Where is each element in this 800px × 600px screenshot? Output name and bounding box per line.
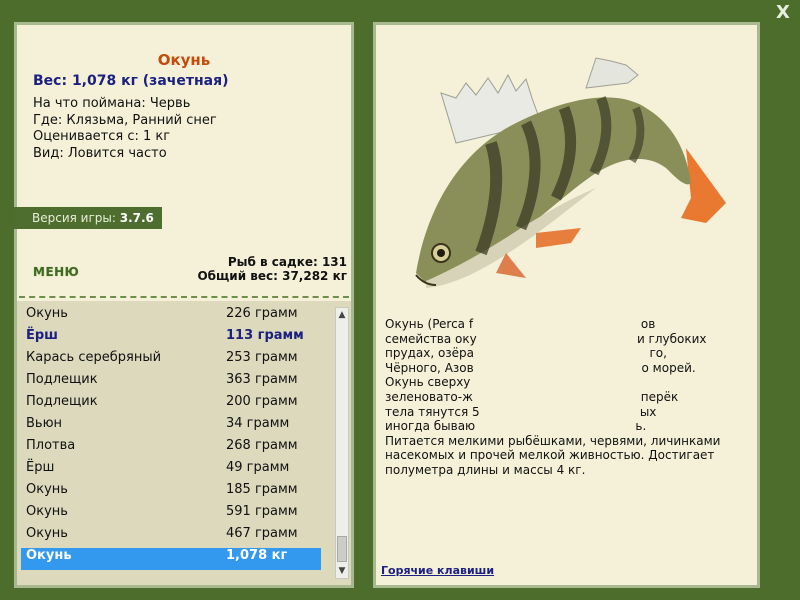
hotkeys-link[interactable]: Горячие клавиши bbox=[381, 564, 494, 577]
fish-description: Окунь (Perca f ов семейства оку и глубоки… bbox=[385, 317, 755, 478]
catch-item-name: Карась серебряный bbox=[26, 350, 162, 365]
catch-item-weight: 185 грамм bbox=[226, 482, 298, 497]
cage-count: Рыб в садке: 131 bbox=[227, 255, 347, 269]
divider bbox=[19, 296, 349, 298]
catch-item-name: Окунь bbox=[26, 482, 68, 497]
cage-summary: Рыб в садке: 131 Общий вес: 37,282 кг bbox=[197, 255, 347, 283]
catch-item-weight: 253 грамм bbox=[226, 350, 298, 365]
catch-item-name: Окунь bbox=[26, 504, 68, 519]
caught-on-text: На что поймана: Червь bbox=[33, 96, 191, 111]
catch-list-item[interactable]: Подлещик 200 грамм bbox=[21, 394, 321, 416]
version-value: 3.7.6 bbox=[119, 211, 154, 225]
description-line: иногда бываю ь. bbox=[385, 419, 647, 434]
catch-item-weight: 268 грамм bbox=[226, 438, 298, 453]
catch-item-name: Подлещик bbox=[26, 372, 98, 387]
catch-list-area: Окунь 226 грамм Ёрш 113 грамм Карась серебря… bbox=[17, 301, 351, 585]
arrow-down-icon[interactable]: ▼ bbox=[336, 564, 348, 578]
perch-fish-image bbox=[415, 57, 726, 288]
version-badge: Версия игры: 3.7.6 bbox=[14, 207, 162, 229]
catch-list: Окунь 226 грамм Ёрш 113 грамм Карась серебря… bbox=[21, 306, 321, 570]
description-line: Чёрного, Азов о морей. bbox=[385, 360, 696, 375]
cage-total-weight: Общий вес: 37,282 кг bbox=[197, 269, 347, 283]
description-line: Питается мелкими рыбёшками, червями, лич… bbox=[385, 433, 721, 448]
catch-list-item[interactable]: Ёрш 113 грамм bbox=[21, 328, 321, 350]
kind-text: Вид: Ловится часто bbox=[33, 145, 167, 161]
description-line: зеленовато-ж перёк bbox=[385, 389, 679, 404]
catch-item-weight: 113 грамм bbox=[226, 328, 304, 343]
fish-weight: Вес: 1,078 кг (зачетная) bbox=[33, 73, 229, 89]
description-line: семейства оку и глубоких bbox=[385, 331, 707, 346]
scrollbar[interactable]: ▲ ▼ bbox=[335, 307, 349, 579]
description-line: прудах, озёра го, bbox=[385, 346, 667, 361]
description-line: полуметра длины и массы 4 кг. bbox=[385, 462, 586, 477]
catch-item-weight: 591 грамм bbox=[226, 504, 298, 519]
rated-from-text: Оценивается с: 1 кг bbox=[33, 129, 171, 145]
scrollbar-thumb[interactable] bbox=[337, 536, 347, 562]
catch-item-name: Окунь bbox=[26, 526, 68, 541]
catch-list-item[interactable]: Окунь 467 грамм bbox=[21, 526, 321, 548]
close-icon[interactable]: X bbox=[774, 4, 792, 22]
catch-item-name: Плотва bbox=[26, 438, 76, 453]
version-label: Версия игры: bbox=[32, 211, 116, 225]
catch-list-item[interactable]: Окунь 1,078 кг bbox=[21, 548, 321, 570]
catch-list-item[interactable]: Окунь 226 грамм bbox=[21, 306, 321, 328]
location-text: Где: Клязьма, Ранний снег bbox=[33, 112, 217, 128]
description-line: насекомых и прочей мелкой живностью. Дос… bbox=[385, 448, 715, 463]
menu-button[interactable]: МЕНЮ bbox=[33, 265, 79, 279]
catch-item-weight: 1,078 кг bbox=[226, 548, 288, 563]
description-line: Окунь сверху bbox=[385, 375, 471, 390]
catch-item-name: Ёрш bbox=[26, 460, 55, 475]
fish-title: Окунь bbox=[157, 51, 211, 69]
catch-item-weight: 226 грамм bbox=[226, 306, 298, 321]
catch-list-item[interactable]: Карась серебряный 253 грамм bbox=[21, 350, 321, 372]
arrow-up-icon[interactable]: ▲ bbox=[336, 308, 348, 322]
description-line: Окунь (Perca f ов bbox=[385, 317, 656, 331]
catch-item-name: Окунь bbox=[26, 306, 68, 321]
catch-item-weight: 467 грамм bbox=[226, 526, 298, 541]
catch-item-weight: 49 грамм bbox=[226, 460, 290, 475]
catch-list-item[interactable]: Окунь 185 грамм bbox=[21, 482, 321, 504]
catch-list-item[interactable]: Ёрш 49 грамм bbox=[21, 460, 321, 482]
catch-list-item[interactable]: Вьюн 34 грамм bbox=[21, 416, 321, 438]
catch-item-weight: 363 грамм bbox=[226, 372, 298, 387]
fish-details: На что поймана: Червь Где: Клязьма, Ранн… bbox=[33, 96, 217, 162]
description-line: тела тянутся 5 ых bbox=[385, 404, 657, 419]
catch-list-item[interactable]: Подлещик 363 грамм bbox=[21, 372, 321, 394]
catch-item-weight: 34 грамм bbox=[226, 416, 290, 431]
catch-item-name: Подлещик bbox=[26, 394, 98, 409]
catch-list-item[interactable]: Плотва 268 грамм bbox=[21, 438, 321, 460]
catch-item-name: Ёрш bbox=[26, 328, 58, 343]
catch-list-item[interactable]: Окунь 591 грамм bbox=[21, 504, 321, 526]
fish-info-panel: Окунь Вес: 1,078 кг (зачетная) На что по… bbox=[14, 22, 354, 588]
catch-item-weight: 200 грамм bbox=[226, 394, 298, 409]
catch-item-name: Окунь bbox=[26, 548, 72, 563]
catch-item-name: Вьюн bbox=[26, 416, 63, 431]
fish-description-panel: Окунь (Perca f ов семейства оку и глубоки… bbox=[373, 22, 760, 588]
